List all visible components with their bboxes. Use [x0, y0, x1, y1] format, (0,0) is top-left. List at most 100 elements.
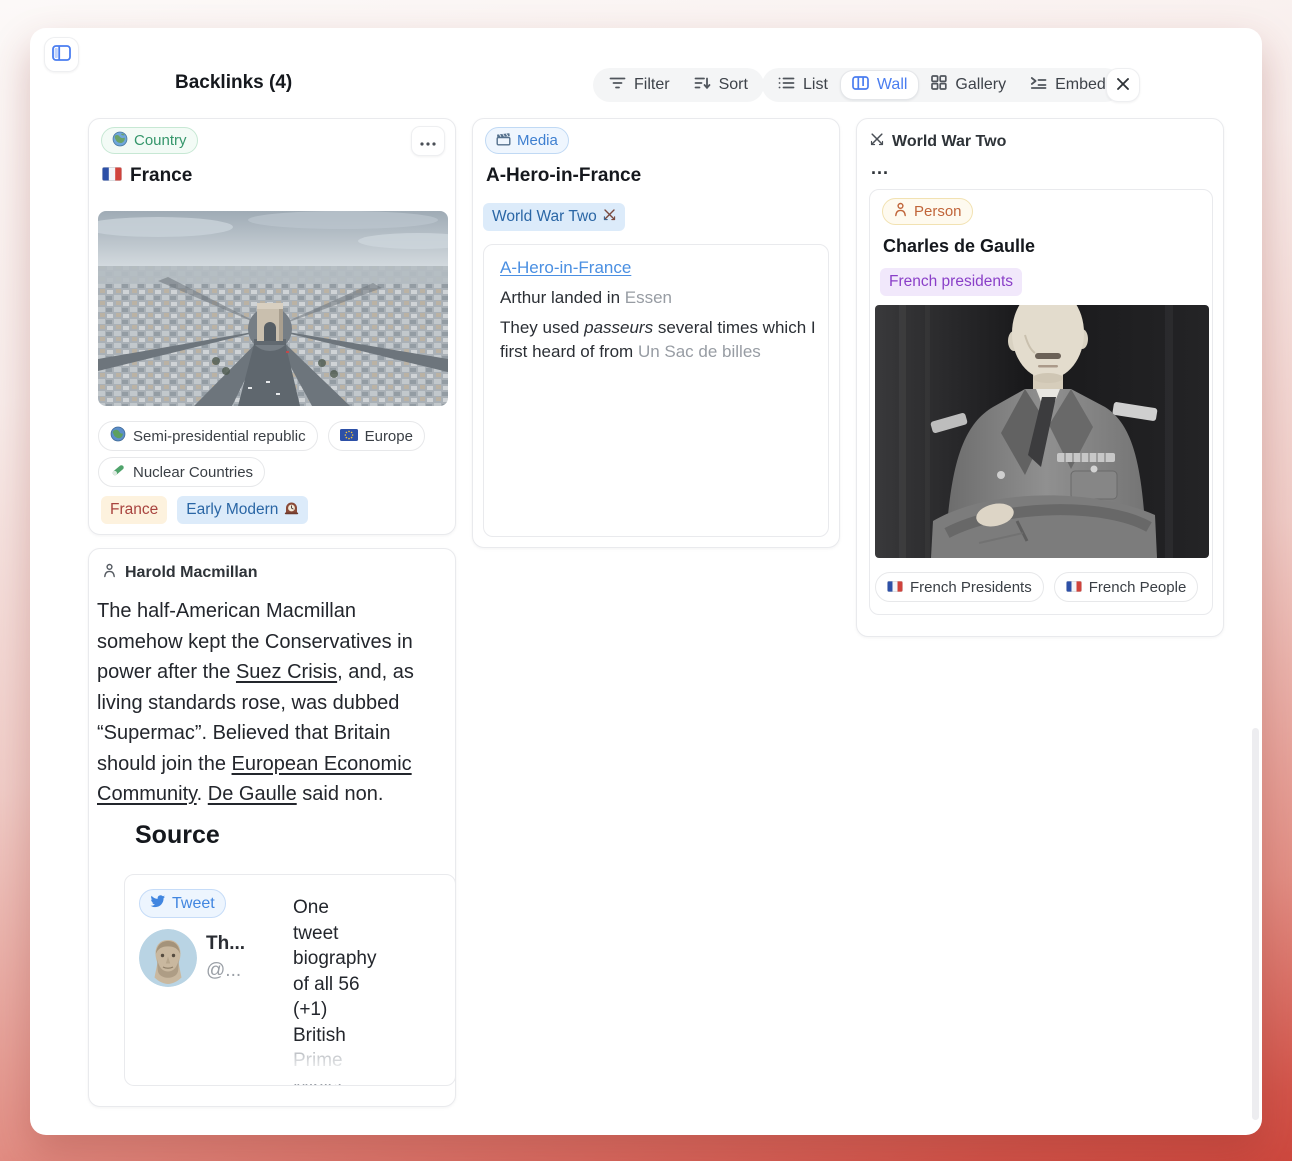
tweet-line: biography: [293, 948, 377, 969]
view-embed-label: Embed: [1055, 76, 1106, 93]
view-list-button[interactable]: List: [766, 68, 840, 102]
link-de-gaulle[interactable]: De Gaulle: [208, 783, 297, 805]
ww2-header-row: World War Two: [870, 132, 1006, 151]
hero-content-box: A-Hero-in-France Arthur landed in Essen …: [483, 244, 829, 537]
twitter-bird-icon: [150, 894, 166, 913]
macmillan-header-label: Harold Macmillan: [125, 564, 258, 581]
test-tube-icon: [110, 462, 126, 482]
view-wall-button[interactable]: Wall: [839, 70, 920, 100]
type-badge-country-label: Country: [134, 132, 187, 149]
tag-label: Early Modern: [186, 501, 279, 518]
tweet-line: tweet: [293, 922, 339, 944]
tag-label: French presidents: [889, 273, 1014, 290]
view-embed-button[interactable]: Embed: [1018, 68, 1118, 102]
tweet-line: of all 56: [293, 973, 360, 995]
tweet-line: (+1): [293, 999, 328, 1020]
card-a-hero-in-france[interactable]: Media A-Hero-in-France World War Two A-H…: [472, 118, 840, 548]
pill-label: French People: [1088, 578, 1187, 596]
tweet-text: One tweet biography of all 56 (+1) Briti…: [293, 895, 445, 1086]
france-flag-icon: [102, 165, 122, 187]
tweet-embed[interactable]: Tweet Th... @... One tweet biography of …: [124, 874, 455, 1086]
hero-line-1: Arthur landed in Essen: [500, 288, 672, 308]
tweet-line: Prime: [293, 1050, 343, 1071]
tweet-author-name: Th...: [206, 933, 246, 954]
tag-label: World War Two: [492, 208, 597, 225]
scrollbar[interactable]: [1252, 728, 1259, 1120]
tag-world-war-two[interactable]: World War Two: [483, 203, 625, 231]
more-icon: [420, 134, 436, 149]
de-gaulle-title: Charles de Gaulle: [883, 236, 1036, 256]
tweet-line: Minist...: [293, 1075, 359, 1086]
mantel-clock-icon: [284, 501, 299, 520]
card-france-title: France: [130, 165, 193, 186]
gallery-icon: [931, 75, 948, 95]
wall-icon: [852, 75, 869, 95]
hero-line1-text: Arthur landed in: [500, 288, 625, 307]
close-button[interactable]: [1106, 68, 1140, 102]
view-gallery-button[interactable]: Gallery: [919, 68, 1018, 102]
tweet-line: One: [293, 897, 329, 918]
type-badge-person-label: Person: [914, 203, 962, 220]
de-gaulle-pill-row: French Presidents French People: [875, 572, 1199, 602]
tag-early-modern[interactable]: Early Modern: [177, 496, 309, 524]
globe-icon: [110, 426, 126, 446]
hero-backlink-text[interactable]: A-Hero-in-France: [500, 258, 631, 277]
card-world-war-two[interactable]: World War Two ... Person Charles de Gaul…: [856, 118, 1224, 637]
type-badge-media[interactable]: Media: [485, 127, 569, 154]
tweet-avatar: [139, 929, 197, 987]
desktop-background: { "header": { "title": "Backlinks (4)" }…: [0, 0, 1292, 1161]
tweet-badge-label: Tweet: [172, 894, 215, 912]
pill-semi-presidential[interactable]: Semi-presidential republic: [98, 421, 318, 451]
hero-line-2: They used passeurs several times which I…: [500, 316, 818, 364]
france-pill-row-1: Semi-presidential republic Europe: [98, 421, 425, 451]
body-segment: .: [196, 783, 208, 805]
sidebar-toggle-button[interactable]: [44, 37, 79, 72]
de-gaulle-portrait-image: [875, 305, 1209, 558]
filter-label: Filter: [634, 76, 670, 93]
france-pill-row-2: Nuclear Countries: [98, 457, 266, 487]
main-panel: Backlinks (4) Filter Sort List Wall Gall…: [30, 28, 1262, 1135]
sort-button[interactable]: Sort: [682, 68, 760, 102]
sort-icon: [694, 76, 711, 95]
card-harold-macmillan[interactable]: Harold Macmillan The half-American Macmi…: [88, 548, 456, 1107]
hero-line1-ref: Essen: [624, 288, 672, 307]
person-icon: [102, 563, 117, 583]
filter-sort-group: Filter Sort: [593, 68, 764, 102]
view-wall-label: Wall: [876, 76, 908, 93]
card-charles-de-gaulle[interactable]: Person Charles de Gaulle French presiden…: [869, 189, 1213, 615]
hero-line2-text: They used: [500, 318, 585, 337]
tweet-line: British: [293, 1024, 346, 1046]
eu-flag-icon: [339, 428, 358, 445]
globe-icon: [112, 131, 128, 151]
card-france[interactable]: Country France Semi-presidential republi…: [88, 118, 456, 535]
type-badge-media-label: Media: [517, 132, 558, 149]
view-list-label: List: [803, 76, 828, 93]
filter-button[interactable]: Filter: [597, 68, 682, 102]
more-button[interactable]: [411, 126, 445, 156]
tweet-author-handle: @...: [206, 960, 242, 981]
link-suez-crisis[interactable]: Suez Crisis: [236, 661, 337, 683]
tag-label: France: [110, 501, 159, 518]
tag-france[interactable]: France: [101, 496, 168, 524]
page-title: Backlinks (4): [175, 72, 293, 93]
tweet-badge[interactable]: Tweet: [139, 889, 226, 918]
pill-label: Nuclear Countries: [133, 463, 254, 481]
tag-french-presidents[interactable]: French presidents: [880, 268, 1023, 296]
type-badge-country[interactable]: Country: [101, 127, 198, 154]
view-gallery-label: Gallery: [955, 76, 1007, 93]
hero-backlink[interactable]: A-Hero-in-France: [500, 258, 631, 278]
view-switcher: List Wall Gallery Embed: [762, 68, 1122, 102]
pill-europe[interactable]: Europe: [327, 421, 425, 451]
pill-nuclear-countries[interactable]: Nuclear Countries: [98, 457, 266, 487]
macmillan-body: The half-American Macmillan somehow kept…: [97, 596, 447, 810]
france-tag-row: France Early Modern: [101, 496, 309, 524]
source-heading: Source: [135, 821, 220, 849]
sort-label: Sort: [718, 76, 748, 93]
ww2-header-label: World War Two: [892, 132, 1007, 150]
pill-french-people[interactable]: French People: [1053, 572, 1199, 602]
person-icon: [893, 202, 908, 221]
pill-french-presidents[interactable]: French Presidents: [875, 572, 1044, 602]
type-badge-person[interactable]: Person: [882, 198, 973, 225]
card-hero-title: A-Hero-in-France: [486, 165, 642, 186]
ww2-collapsed-content: ...: [871, 158, 890, 178]
